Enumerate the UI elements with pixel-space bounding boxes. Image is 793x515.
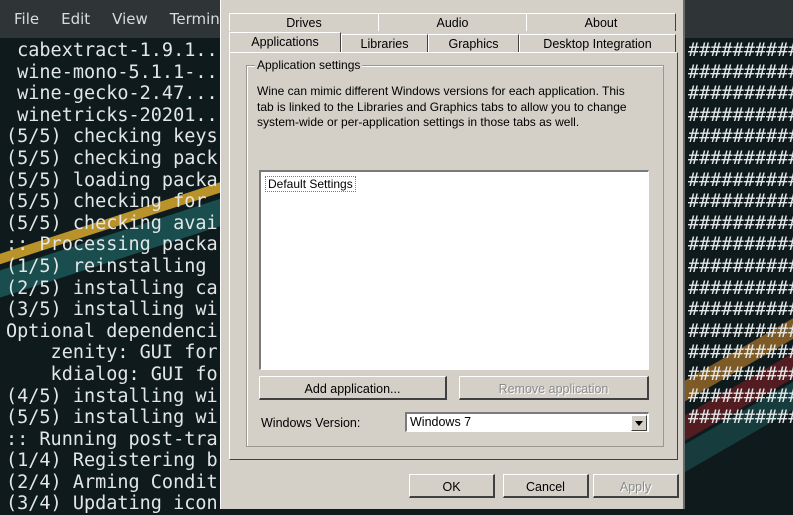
terminal-line: (5/5) checking pack	[6, 147, 218, 169]
tab-desktop-integration[interactable]: Desktop Integration	[519, 34, 676, 52]
terminal-hash-line: ##########	[688, 255, 793, 277]
tab-audio[interactable]: Audio	[378, 13, 527, 31]
description-line: system-wide or per-application settings …	[257, 115, 580, 129]
terminal-hash-line: ##########	[688, 191, 793, 213]
add-application-button[interactable]: Add application...	[259, 376, 447, 400]
terminal-line: (5/5) checking keys	[6, 126, 218, 148]
terminal-line: wine-gecko-2.47...	[6, 83, 218, 105]
terminal-line: (5/5) loading packa	[6, 169, 218, 191]
applications-panel: Application settings Wine can mimic diff…	[229, 52, 678, 460]
terminal-hash-line: ##########	[688, 299, 793, 321]
terminal-line: zenity: GUI for	[6, 342, 218, 364]
terminal-line: (1/5) reinstalling	[6, 255, 207, 277]
terminal-hash-line: ##########	[688, 126, 793, 148]
terminal-line: winetricks-20201...	[6, 104, 229, 126]
terminal-line: (3/5) installing wi	[6, 299, 218, 321]
description-line: tab is linked to the Libraries and Graph…	[257, 99, 627, 114]
dropdown-arrow-icon[interactable]	[631, 415, 647, 431]
terminal-hash-line: ##########	[688, 147, 793, 169]
windows-version-label: Windows Version:	[261, 416, 361, 430]
terminal-line: cabextract-1.9.1...	[6, 40, 229, 61]
terminal-output: cabextract-1.9.1... wine-mono-5.1.1-... …	[6, 40, 229, 515]
terminal-line: (1/4) Registering b	[6, 450, 218, 472]
description-text: Wine can mimic different Windows version…	[257, 84, 653, 131]
terminal-hash-line: ##########	[688, 40, 793, 61]
menu-edit[interactable]: Edit	[53, 10, 98, 28]
tab-about[interactable]: About	[526, 13, 676, 31]
terminal-hash-line: ##########	[688, 104, 793, 126]
terminal-hash-line: ##########	[688, 212, 793, 234]
terminal-hash-line: ##########	[688, 61, 793, 83]
terminal-hash-line: ##########	[688, 234, 793, 256]
terminal-line: (2/5) installing ca	[6, 277, 218, 299]
terminal-line: kdialog: GUI fo	[6, 363, 218, 385]
terminal-line: Optional dependenci	[6, 320, 218, 342]
terminal-line: wine-mono-5.1.1-...	[6, 61, 229, 83]
terminal-hash-line: ##########	[688, 385, 793, 407]
cancel-button[interactable]: Cancel	[503, 474, 589, 498]
group-title: Application settings	[255, 58, 363, 72]
remove-application-button[interactable]: Remove application	[459, 376, 649, 400]
terminal-line: (2/4) Arming Condit	[6, 471, 218, 493]
terminal-hash-line: ##########	[688, 277, 793, 299]
terminal-hash-line: ##########	[688, 363, 793, 385]
menu-view[interactable]: View	[104, 10, 156, 28]
tab-graphics[interactable]: Graphics	[428, 34, 519, 52]
terminal-line: :: Running post-tra	[6, 428, 218, 450]
terminal-line: (5/5) installing wi	[6, 407, 218, 429]
terminal-line: (5/5) checking for	[6, 191, 207, 213]
application-settings-group: Application settings Wine can mimic diff…	[246, 58, 664, 447]
ok-button[interactable]: OK	[409, 474, 495, 498]
terminal-hash-line: ##########	[688, 169, 793, 191]
apply-button[interactable]: Apply	[593, 474, 679, 498]
terminal-line: (4/5) installing wi	[6, 385, 218, 407]
terminal-line: :: Processing packa	[6, 234, 218, 256]
list-item-default-settings[interactable]: Default Settings	[265, 176, 356, 192]
description-line: Wine can mimic different Windows version…	[257, 84, 625, 98]
tab-applications[interactable]: Applications	[229, 32, 341, 53]
terminal-line: (5/5) checking avai	[6, 212, 218, 234]
windows-version-value: Windows 7	[410, 415, 472, 429]
terminal-hash-line: ##########	[688, 320, 793, 342]
wine-configuration-dialog: Drives Audio About Applications Librarie…	[220, 0, 685, 509]
tab-drives[interactable]: Drives	[229, 13, 379, 31]
terminal-line: (3/4) Updating icon	[6, 493, 218, 515]
menu-file[interactable]: File	[6, 10, 47, 28]
tab-libraries[interactable]: Libraries	[341, 34, 428, 52]
applications-list[interactable]: Default Settings	[259, 170, 649, 370]
terminal-progress-hashes: ########## ########## ########## ##########…	[688, 40, 793, 429]
terminal-hash-line: ##########	[688, 83, 793, 105]
terminal-hash-line: ##########	[688, 342, 793, 364]
windows-version-select[interactable]: Windows 7	[405, 412, 649, 432]
terminal-hash-line: ##########	[688, 407, 793, 429]
